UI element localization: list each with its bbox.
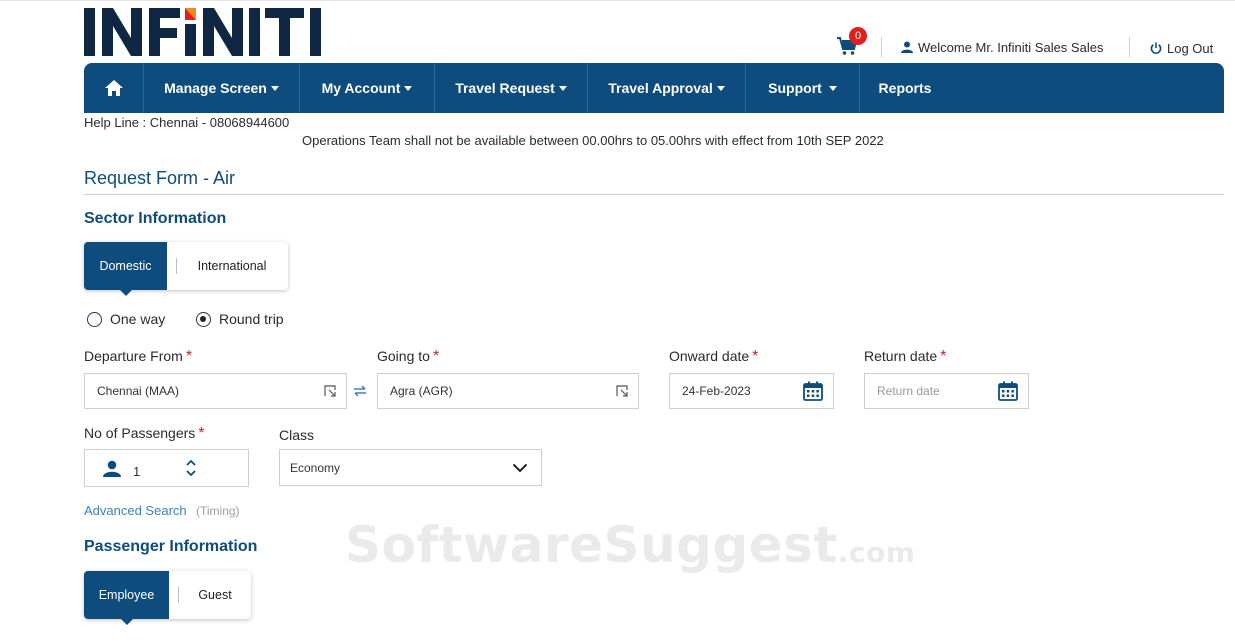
main-nav: Manage Screen My Account Travel Request … — [84, 63, 1224, 113]
return-date-field[interactable]: Return date — [864, 373, 1029, 409]
watermark: SoftwareSuggest.com — [345, 516, 915, 574]
nav-reports[interactable]: Reports — [860, 63, 950, 113]
infiniti-logo[interactable] — [84, 6, 342, 58]
header-divider — [881, 37, 882, 57]
return-date-label: Return date * — [864, 348, 946, 366]
title-divider — [84, 194, 1224, 195]
passengers-label-text: No of Passengers — [84, 425, 196, 441]
onward-date-value: 24-Feb-2023 — [682, 384, 751, 398]
operations-notice: Operations Team shall not be available b… — [302, 133, 884, 148]
return-date-label-text: Return date — [864, 348, 938, 364]
nav-travel-approval[interactable]: Travel Approval — [588, 63, 746, 113]
swap-icon[interactable] — [353, 384, 367, 398]
home-icon — [104, 80, 123, 96]
welcome-user: Welcome Mr. Infiniti Sales Sales — [901, 38, 1103, 56]
chevron-down-icon — [512, 463, 528, 472]
going-to-label-text: Going to — [377, 348, 430, 364]
passenger-count-value: 1 — [133, 463, 141, 479]
sector-info-title: Sector Information — [84, 210, 227, 227]
going-to-label: Going to * — [377, 348, 439, 366]
resize-icon — [324, 385, 336, 397]
class-label: Class — [279, 427, 315, 443]
page-title: Request Form - Air — [84, 168, 236, 188]
tab-domestic[interactable]: Domestic — [84, 242, 167, 296]
trip-one-way[interactable]: One way — [87, 311, 165, 327]
caret-down-icon — [270, 86, 279, 91]
required-marker: * — [940, 348, 947, 365]
radio-label: One way — [110, 311, 166, 327]
class-value: Economy — [290, 460, 341, 475]
passenger-type-toggle: Employee Guest — [84, 571, 251, 625]
nav-my-account[interactable]: My Account — [300, 63, 435, 113]
radio-button-checked[interactable] — [196, 311, 211, 327]
welcome-text: Welcome Mr. Infiniti Sales Sales — [918, 39, 1104, 55]
departure-label: Departure From * — [84, 348, 192, 366]
caret-down-icon — [558, 86, 567, 91]
calendar-icon[interactable] — [803, 381, 823, 401]
sector-type-toggle: Domestic International — [84, 242, 288, 296]
nav-support[interactable]: Support — [746, 63, 860, 113]
departure-label-text: Departure From — [84, 348, 183, 364]
required-marker: * — [198, 425, 205, 442]
return-date-placeholder: Return date — [877, 384, 940, 398]
departure-value: Chennai (MAA) — [97, 384, 180, 398]
top-border — [0, 0, 1235, 1]
required-marker: * — [185, 348, 193, 365]
trip-round-trip[interactable]: Round trip — [196, 311, 284, 327]
watermark-text: SoftwareSuggest — [345, 516, 838, 574]
advanced-search-hint: (Timing) — [196, 504, 240, 518]
calendar-icon[interactable] — [998, 381, 1018, 401]
departure-field[interactable]: Chennai (MAA) — [84, 373, 347, 409]
user-icon — [103, 460, 121, 477]
header-divider — [1129, 37, 1130, 57]
caret-down-icon — [716, 86, 725, 91]
cart-count-badge: 0 — [849, 27, 867, 45]
going-to-field[interactable]: Agra (AGR) — [377, 373, 639, 409]
onward-date-label-text: Onward date — [669, 348, 750, 364]
required-marker: * — [432, 348, 440, 365]
onward-date-field[interactable]: 24-Feb-2023 — [669, 373, 834, 409]
onward-date-label: Onward date * — [669, 348, 758, 366]
radio-label: Round trip — [219, 311, 284, 327]
watermark-suffix: .com — [837, 536, 916, 569]
nav-label: Support — [768, 80, 822, 96]
tab-employee[interactable]: Employee — [84, 571, 169, 625]
tab-international[interactable]: International — [177, 242, 287, 290]
passengers-label: No of Passengers * — [84, 425, 205, 443]
nav-home[interactable] — [84, 63, 144, 113]
up-down-chevron-icon[interactable] — [185, 458, 197, 478]
resize-icon — [616, 385, 628, 397]
radio-button[interactable] — [87, 311, 102, 327]
caret-down-icon — [828, 86, 837, 91]
logout-button[interactable]: Log Out — [1150, 39, 1213, 57]
passenger-count-stepper[interactable]: 1 — [84, 449, 249, 487]
nav-label: Reports — [878, 80, 932, 96]
nav-label: Travel Request — [455, 80, 555, 96]
caret-down-icon — [404, 86, 413, 91]
nav-travel-request[interactable]: Travel Request — [435, 63, 588, 113]
power-icon — [1150, 42, 1162, 54]
logout-label: Log Out — [1167, 40, 1214, 56]
going-to-value: Agra (AGR) — [390, 384, 453, 398]
nav-label: Manage Screen — [164, 80, 267, 96]
required-marker: * — [752, 348, 759, 365]
nav-label: My Account — [321, 80, 401, 96]
passenger-info-title: Passenger Information — [84, 538, 258, 555]
nav-manage-screen[interactable]: Manage Screen — [144, 63, 300, 113]
advanced-search-link[interactable]: Advanced Search — [84, 503, 187, 518]
user-icon — [901, 41, 913, 53]
tab-guest[interactable]: Guest — [179, 571, 251, 619]
helpline-text: Help Line : Chennai - 08068944600 — [84, 115, 290, 130]
class-select[interactable]: Economy — [279, 449, 542, 486]
nav-label: Travel Approval — [608, 80, 713, 96]
